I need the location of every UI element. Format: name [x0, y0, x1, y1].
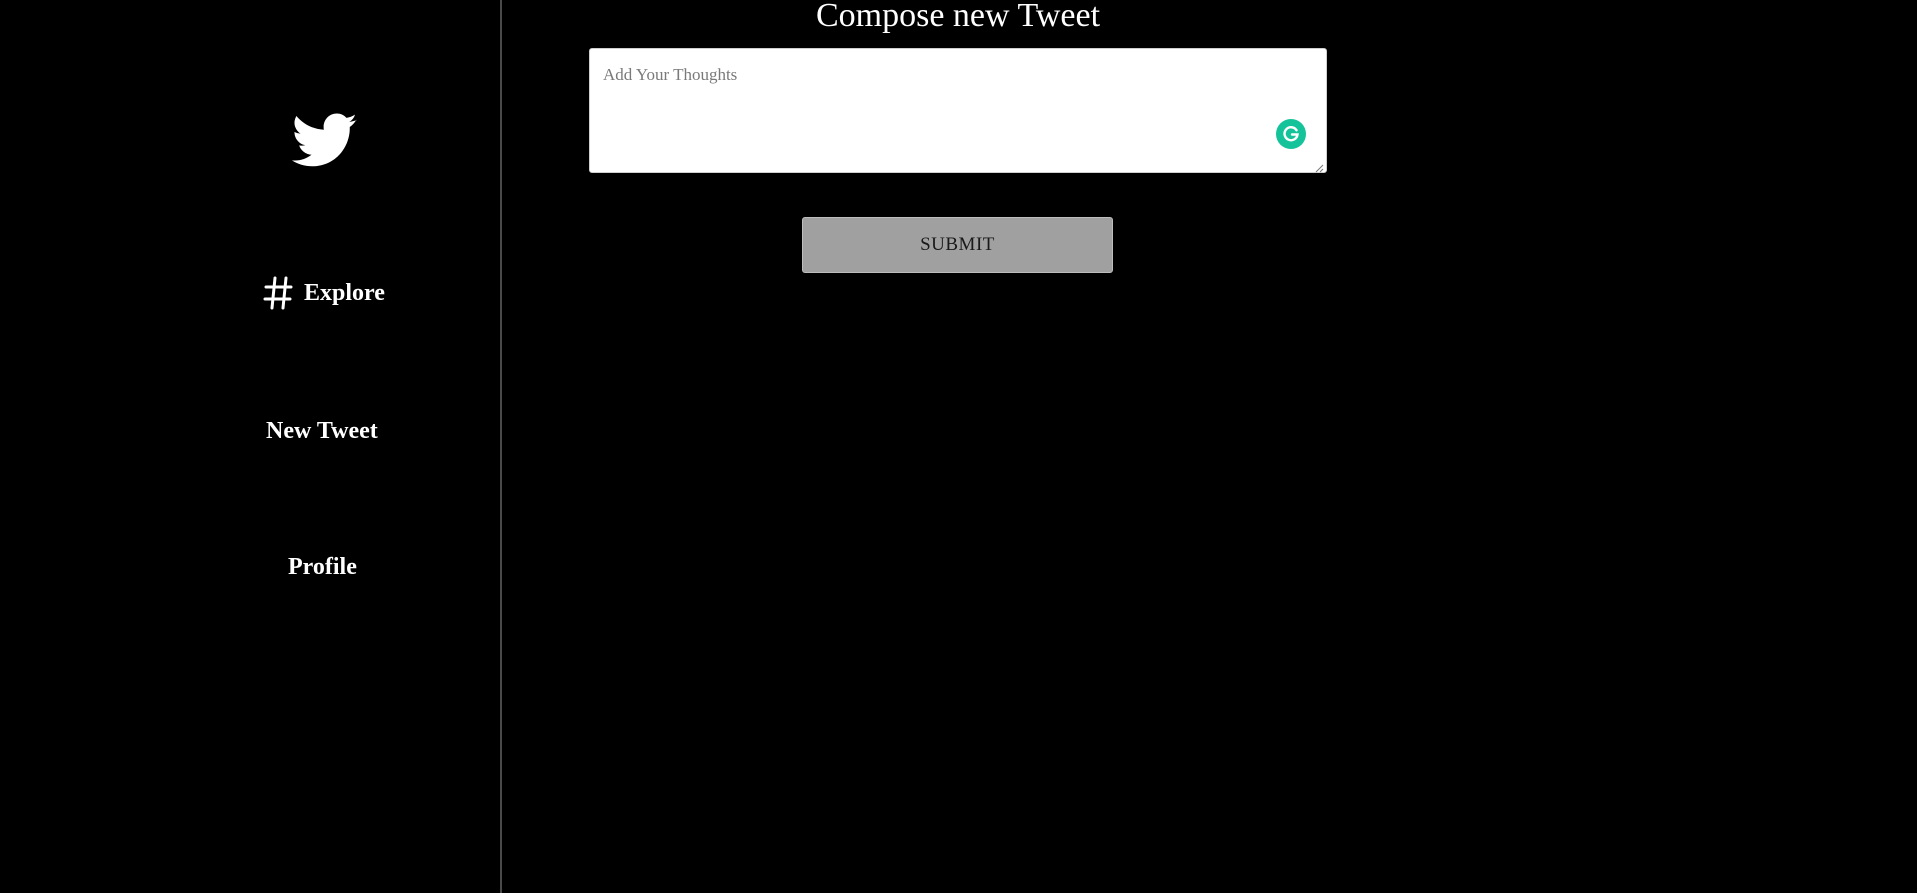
tweet-textarea[interactable] [590, 49, 1326, 172]
compose-box [589, 48, 1327, 173]
main-content: Compose new Tweet SUBMIT [504, 0, 1917, 893]
sidebar-item-label: Profile [288, 553, 357, 580]
sidebar-item-label: Explore [304, 279, 385, 306]
grammarly-icon[interactable] [1276, 119, 1306, 149]
sidebar-item-profile[interactable]: Profile [288, 550, 357, 584]
sidebar-item-label: New Tweet [266, 417, 378, 444]
sidebar: Explore New Tweet Profile [0, 0, 502, 893]
hashtag-icon [263, 275, 294, 311]
submit-button[interactable]: SUBMIT [802, 217, 1113, 273]
sidebar-item-explore[interactable]: Explore [263, 273, 385, 313]
resize-handle-icon[interactable] [1314, 160, 1324, 173]
page-title: Compose new Tweet [815, 0, 1101, 34]
twitter-logo-icon[interactable] [291, 113, 358, 169]
app-root: Explore New Tweet Profile Compose new Tw… [0, 0, 1917, 893]
sidebar-item-new-tweet[interactable]: New Tweet [266, 414, 378, 448]
